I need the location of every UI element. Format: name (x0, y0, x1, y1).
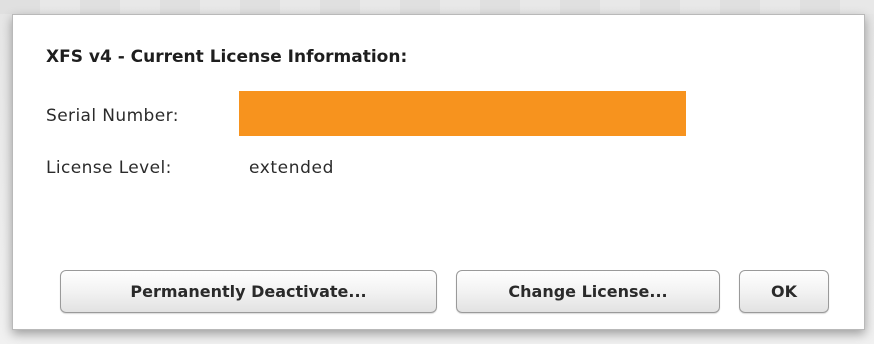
license-dialog: XFS v4 - Current License Information: Se… (12, 14, 865, 330)
ok-button[interactable]: OK (739, 270, 829, 313)
change-license-button[interactable]: Change License... (456, 270, 720, 313)
dialog-title: XFS v4 - Current License Information: (46, 47, 408, 67)
license-level-label: License Level: (46, 158, 172, 178)
serial-number-label: Serial Number: (46, 106, 179, 126)
serial-number-value-redacted (239, 91, 686, 136)
license-level-value: extended (249, 158, 334, 178)
permanently-deactivate-button[interactable]: Permanently Deactivate... (60, 270, 437, 313)
background-window-strip (0, 0, 874, 14)
